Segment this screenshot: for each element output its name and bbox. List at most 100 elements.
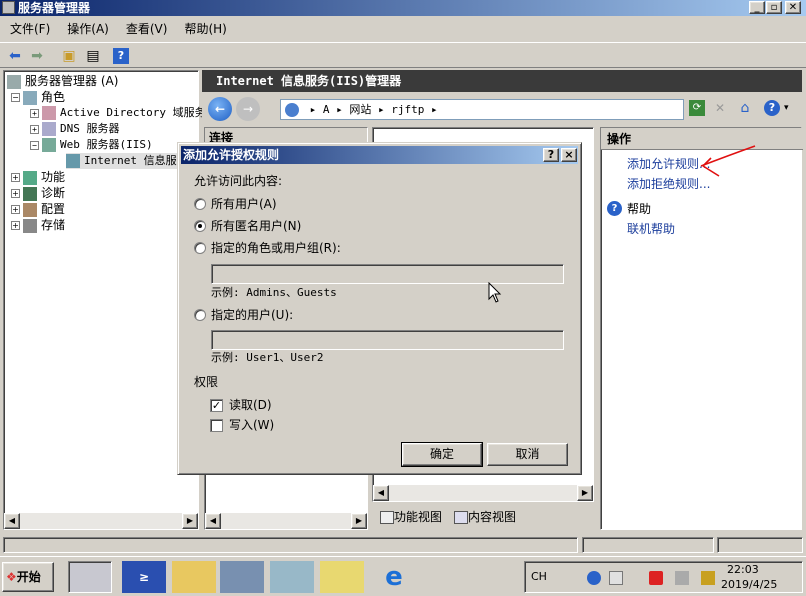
crumb-site[interactable]: rjftp: [391, 103, 424, 116]
crumb-server[interactable]: A: [323, 103, 330, 116]
control-panel-icon[interactable]: [270, 561, 314, 593]
clock-date: 2019/4/25: [721, 578, 778, 591]
expand-icon[interactable]: +: [30, 124, 39, 134]
write-checkbox-label[interactable]: 写入(W): [229, 417, 274, 433]
tree-item-config[interactable]: + 配置: [11, 201, 65, 217]
stop-icon[interactable]: ✕: [712, 100, 728, 116]
show-hide-tree-icon[interactable]: ▤: [83, 46, 103, 66]
home-icon[interactable]: ⌂: [736, 100, 754, 116]
scroll-left-icon[interactable]: ◀: [205, 513, 221, 529]
help-dropdown-icon[interactable]: ▾: [784, 100, 789, 116]
tray-flag-icon[interactable]: [701, 571, 715, 585]
address-breadcrumb[interactable]: ▸ A ▸ 网站 ▸ rjftp ▸: [280, 99, 684, 120]
expand-icon[interactable]: +: [11, 173, 20, 182]
folder-icon[interactable]: [320, 561, 364, 593]
menu-view[interactable]: 查看(V): [119, 18, 175, 40]
collapse-icon[interactable]: −: [30, 140, 39, 150]
tree-item-dns[interactable]: + DNS 服务器: [30, 121, 120, 137]
minimize-button[interactable]: _: [749, 1, 765, 14]
tree-item-diag[interactable]: + 诊断: [11, 185, 65, 201]
menu-help[interactable]: 帮助(H): [177, 18, 233, 40]
radio-all-users-label[interactable]: 所有用户(A): [211, 196, 277, 212]
tray-volume-icon[interactable]: [675, 571, 689, 585]
ad-icon: [42, 106, 56, 120]
help-icon[interactable]: ?: [113, 48, 129, 64]
scroll-left-icon[interactable]: ◀: [4, 513, 20, 529]
content-view-tab[interactable]: 内容视图: [454, 508, 516, 526]
content-view-icon: [454, 511, 468, 524]
up-folder-icon[interactable]: ▣: [59, 46, 79, 66]
tree-item-storage[interactable]: + 存储: [11, 217, 65, 233]
help-icon[interactable]: ?: [764, 100, 780, 116]
roles-input[interactable]: [211, 264, 564, 284]
storage-icon: [23, 218, 37, 233]
users-input[interactable]: [211, 330, 564, 350]
radio-roles-label[interactable]: 指定的角色或用户组(R):: [211, 240, 341, 256]
read-checkbox[interactable]: ✓: [210, 399, 223, 412]
expand-icon[interactable]: +: [11, 205, 20, 214]
read-checkbox-label[interactable]: 读取(D): [229, 397, 272, 413]
features-icon: [23, 170, 37, 185]
window-titlebar: 服务器管理器 _ ▫ ✕: [0, 0, 806, 16]
back-arrow-icon[interactable]: ⬅: [5, 46, 25, 66]
help-link[interactable]: 帮助: [627, 201, 651, 217]
close-button[interactable]: ✕: [785, 1, 801, 14]
dialog-help-button[interactable]: ?: [543, 148, 559, 162]
radio-users[interactable]: [194, 309, 206, 321]
expand-icon[interactable]: +: [11, 221, 20, 230]
computer-icon[interactable]: [220, 561, 264, 593]
menu-action[interactable]: 操作(A): [60, 18, 116, 40]
tree-item-features[interactable]: + 功能: [11, 169, 65, 185]
scroll-right-icon[interactable]: ▶: [351, 513, 367, 529]
collapse-icon[interactable]: −: [11, 93, 20, 102]
content-hscrollbar[interactable]: ◀ ▶: [373, 485, 593, 501]
help-icon: ?: [607, 201, 622, 216]
server-manager-taskbar-icon[interactable]: [68, 561, 112, 593]
radio-all-users[interactable]: [194, 198, 206, 210]
tray-help-icon[interactable]: [587, 571, 601, 585]
tree-pane: 服务器管理器 (A) − 角色 + Active Directory 域服务 + DN…: [3, 70, 206, 530]
nav-forward-icon[interactable]: →: [236, 97, 260, 121]
menu-file[interactable]: 文件(F): [3, 18, 57, 40]
scroll-right-icon[interactable]: ▶: [182, 513, 198, 529]
dns-label: DNS 服务器: [60, 122, 120, 135]
tray-ime-icon[interactable]: [609, 571, 623, 585]
tray-network-icon[interactable]: [649, 571, 663, 585]
explorer-icon[interactable]: [172, 561, 216, 593]
internet-explorer-icon[interactable]: e: [372, 561, 416, 593]
app-icon: [2, 1, 15, 14]
expand-icon[interactable]: +: [30, 108, 39, 118]
radio-anonymous-users[interactable]: [194, 220, 206, 232]
online-help-link[interactable]: 联机帮助: [627, 221, 675, 237]
scroll-right-icon[interactable]: ▶: [577, 485, 593, 501]
conn-hscrollbar[interactable]: ◀ ▶: [205, 513, 367, 529]
expand-icon[interactable]: +: [11, 189, 20, 198]
ok-button[interactable]: 确定: [401, 442, 483, 467]
tree-item-roles[interactable]: − 角色: [11, 89, 65, 105]
maximize-button[interactable]: ▫: [766, 1, 782, 14]
web-server-icon: [42, 138, 56, 152]
cancel-button[interactable]: 取消: [487, 443, 568, 466]
tree-item-web[interactable]: − Web 服务器(IIS): [30, 137, 153, 153]
radio-roles[interactable]: [194, 242, 206, 254]
crumb-sites[interactable]: 网站: [349, 103, 371, 116]
scroll-left-icon[interactable]: ◀: [373, 485, 389, 501]
write-checkbox[interactable]: [210, 419, 223, 432]
forward-arrow-icon[interactable]: ➡: [27, 46, 47, 66]
powershell-icon[interactable]: ≥: [122, 561, 166, 593]
radio-users-label[interactable]: 指定的用户(U):: [211, 307, 293, 323]
tree-item-iis[interactable]: Internet 信息服务: [66, 153, 188, 169]
tree-item-ad[interactable]: + Active Directory 域服务: [30, 105, 206, 121]
mouse-cursor-icon: [488, 282, 502, 303]
language-indicator[interactable]: CH: [531, 570, 547, 583]
status-bar: [0, 536, 806, 554]
feature-view-tab[interactable]: 功能视图: [380, 508, 442, 526]
start-button[interactable]: ❖开始: [2, 562, 54, 592]
nav-back-icon[interactable]: ←: [208, 97, 232, 121]
tree-hscrollbar[interactable]: ◀ ▶: [4, 513, 198, 529]
tree-root[interactable]: 服务器管理器 (A): [7, 73, 118, 89]
radio-anonymous-users-label[interactable]: 所有匿名用户(N): [211, 218, 301, 234]
iis-label: Internet 信息服务: [84, 154, 188, 167]
refresh-icon[interactable]: ⟳: [689, 100, 705, 116]
dialog-close-button[interactable]: ×: [561, 148, 577, 162]
